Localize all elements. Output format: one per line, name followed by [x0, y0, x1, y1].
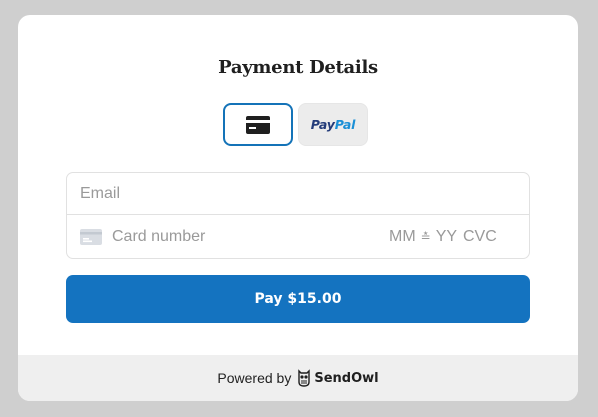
- card-method-button[interactable]: [223, 103, 293, 146]
- brand-name: SendOwl: [314, 370, 379, 386]
- payment-method-selector: PayPal: [223, 103, 368, 146]
- pay-button[interactable]: Pay $15.00: [66, 275, 530, 323]
- payment-fields: MM ≛ YY CVC: [66, 172, 530, 259]
- card-number-field[interactable]: [112, 227, 362, 246]
- paypal-method-button[interactable]: PayPal: [298, 103, 368, 146]
- owl-icon: [298, 369, 311, 387]
- card-brand-icon: [80, 228, 102, 245]
- payment-card: Payment Details PayPal MM: [18, 15, 578, 401]
- sendowl-brand[interactable]: SendOwl: [297, 369, 379, 387]
- page-title: Payment Details: [218, 57, 378, 78]
- email-field[interactable]: [80, 184, 529, 203]
- card-row: MM ≛ YY CVC: [67, 215, 529, 258]
- credit-card-icon: [246, 115, 270, 134]
- cvc-field[interactable]: CVC: [463, 215, 497, 258]
- expiry-year: YY: [435, 227, 458, 245]
- paypal-logo-pal: Pal: [334, 117, 356, 132]
- powered-by-label: Powered by: [217, 370, 292, 386]
- paypal-logo-pay: Pay: [310, 117, 335, 132]
- email-row: [67, 173, 529, 215]
- expiry-field[interactable]: MM ≛ YY: [389, 215, 457, 258]
- expiry-separator: ≛: [420, 229, 431, 244]
- paypal-logo: PayPal: [310, 117, 356, 132]
- expiry-month: MM: [389, 227, 416, 245]
- footer: Powered by SendOwl: [18, 355, 578, 401]
